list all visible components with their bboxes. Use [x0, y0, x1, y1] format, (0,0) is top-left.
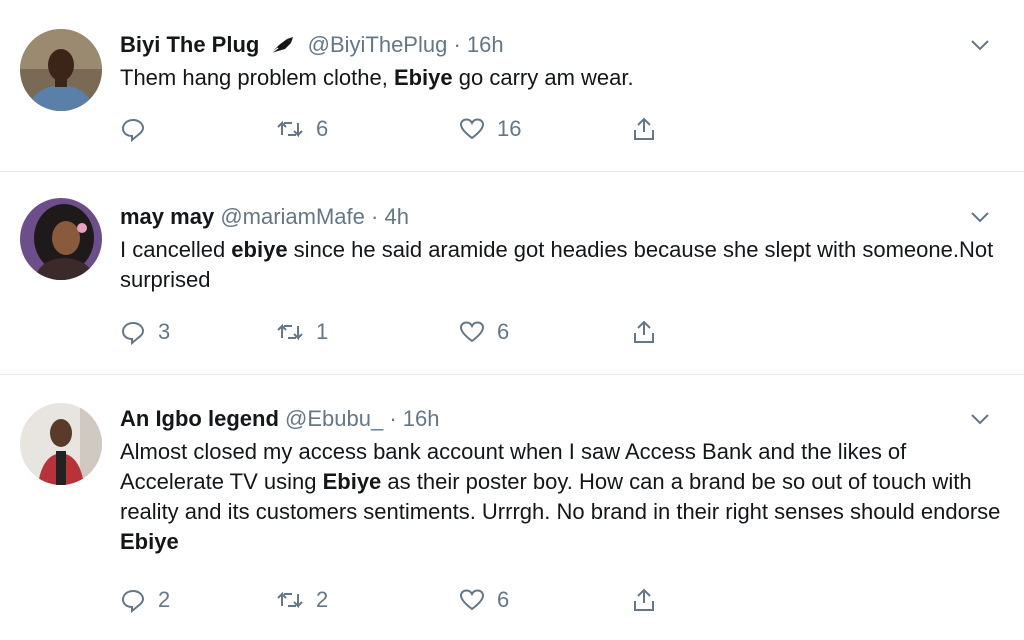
chevron-down-icon[interactable] — [970, 38, 990, 52]
tweet-header: An Igbo legend @Ebubu_ · 16h — [120, 404, 1008, 434]
tweet-content: Biyi The Plug @BiyiThePlug · 16h Them ha… — [120, 30, 1008, 93]
display-name[interactable]: Biyi The Plug — [120, 32, 259, 57]
like-count: 6 — [497, 587, 510, 612]
user-handle[interactable]: @mariamMafe — [220, 204, 365, 229]
separator-dot: · — [371, 204, 379, 229]
tweet-actions: 6 16 — [120, 114, 680, 144]
reply-icon — [120, 116, 146, 142]
user-handle[interactable]: @BiyiThePlug — [308, 32, 448, 57]
timestamp[interactable]: 16h — [467, 32, 504, 57]
reply-icon — [120, 587, 146, 613]
retweet-icon — [276, 320, 304, 344]
tweet-actions: 3 1 6 — [120, 317, 680, 347]
chevron-down-icon[interactable] — [970, 210, 990, 224]
share-icon — [632, 116, 656, 142]
reply-button[interactable] — [120, 114, 158, 144]
retweet-count: 1 — [316, 319, 329, 344]
like-button[interactable]: 16 — [459, 114, 521, 144]
tweet[interactable]: Biyi The Plug @BiyiThePlug · 16h Them ha… — [0, 0, 1024, 172]
keyword-highlight: Ebiye — [393, 65, 453, 90]
retweet-count: 6 — [316, 116, 329, 141]
tweet-header: may may @mariamMafe · 4h — [120, 202, 1008, 232]
like-count: 6 — [497, 319, 510, 344]
tweet-actions: 2 2 6 — [120, 585, 680, 615]
retweet-icon — [276, 117, 304, 141]
user-handle[interactable]: @Ebubu_ — [285, 406, 383, 431]
tweet-content: may may @mariamMafe · 4h I cancelled ebi… — [120, 202, 1008, 295]
reply-button[interactable]: 3 — [120, 317, 170, 347]
keyword-highlight: Ebiye — [120, 529, 179, 554]
reply-count: 3 — [158, 319, 171, 344]
retweet-button[interactable]: 1 — [276, 317, 328, 347]
tweet-text: Them hang problem clothe, Ebiye go carry… — [120, 65, 634, 90]
like-count: 16 — [497, 116, 522, 141]
separator-dot: · — [389, 406, 397, 431]
retweet-icon — [276, 588, 304, 612]
retweet-count: 2 — [316, 587, 329, 612]
avatar[interactable] — [20, 198, 102, 280]
tweet-feed: Biyi The Plug @BiyiThePlug · 16h Them ha… — [0, 0, 1024, 640]
retweet-button[interactable]: 6 — [276, 114, 328, 144]
avatar[interactable] — [20, 29, 102, 111]
pen-nib-icon — [269, 37, 295, 55]
keyword-highlight: ebiye — [231, 237, 288, 262]
keyword-highlight: Ebiye — [322, 469, 382, 494]
tweet[interactable]: may may @mariamMafe · 4h I cancelled ebi… — [0, 172, 1024, 375]
display-name[interactable]: An Igbo legend — [120, 406, 279, 431]
share-icon — [632, 319, 656, 345]
share-icon — [632, 587, 656, 613]
tweet[interactable]: An Igbo legend @Ebubu_ · 16h Almost clos… — [0, 375, 1024, 640]
tweet-text: Almost closed my access bank account whe… — [120, 439, 1001, 554]
like-button[interactable]: 6 — [459, 585, 509, 615]
tweet-text: I cancelled ebiye since he said aramide … — [120, 237, 994, 292]
share-button[interactable] — [632, 585, 656, 615]
timestamp[interactable]: 4h — [384, 204, 408, 229]
heart-icon — [459, 588, 485, 612]
reply-button[interactable]: 2 — [120, 585, 170, 615]
share-button[interactable] — [632, 114, 656, 144]
heart-icon — [459, 117, 485, 141]
like-button[interactable]: 6 — [459, 317, 509, 347]
heart-icon — [459, 320, 485, 344]
tweet-content: An Igbo legend @Ebubu_ · 16h Almost clos… — [120, 404, 1008, 557]
timestamp[interactable]: 16h — [403, 406, 440, 431]
avatar[interactable] — [20, 403, 102, 485]
reply-count: 2 — [158, 587, 171, 612]
tweet-header: Biyi The Plug @BiyiThePlug · 16h — [120, 30, 1008, 60]
chevron-down-icon[interactable] — [970, 412, 990, 426]
share-button[interactable] — [632, 317, 656, 347]
retweet-button[interactable]: 2 — [276, 585, 328, 615]
display-name[interactable]: may may — [120, 204, 214, 229]
separator-dot: · — [453, 32, 461, 57]
reply-icon — [120, 319, 146, 345]
